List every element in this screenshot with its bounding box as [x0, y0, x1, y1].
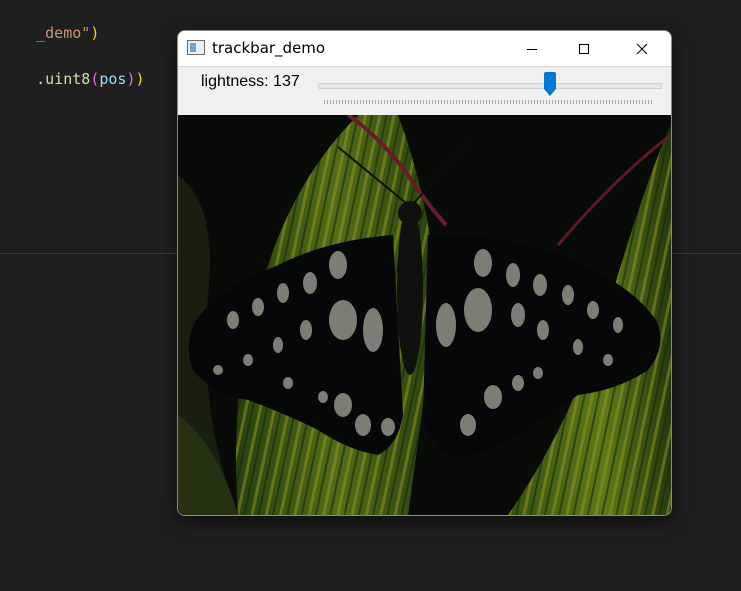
code-function: uint8 [45, 70, 91, 88]
close-icon [636, 43, 648, 54]
minimize-button[interactable] [509, 31, 555, 66]
code-paren: ) [90, 24, 100, 42]
trackbar-label: lightness: 137 [201, 73, 300, 90]
title-bar[interactable]: trackbar_demo [178, 31, 671, 66]
code-dot: . [36, 70, 46, 88]
code-string: _demo" [36, 24, 91, 42]
trackbar-ticks [324, 100, 654, 104]
window-title: trackbar_demo [212, 39, 326, 57]
maximize-button[interactable] [561, 31, 607, 66]
window-app-icon [187, 40, 205, 55]
code-paren-close-outer: ) [135, 70, 145, 88]
trackbar-thumb[interactable] [543, 72, 557, 97]
trackbar-demo-window[interactable]: trackbar_demo lightness: 137 [177, 30, 672, 516]
maximize-icon [579, 43, 589, 54]
code-paren-open: ( [90, 70, 100, 88]
close-button[interactable] [619, 31, 665, 66]
code-variable: pos [99, 70, 127, 88]
butterfly-image [178, 115, 671, 515]
trackbar-track[interactable] [318, 83, 662, 89]
code-line-2: .uint8(pos)) [0, 52, 145, 106]
minimize-icon [527, 48, 537, 50]
trackbar-panel: lightness: 137 [178, 66, 671, 116]
